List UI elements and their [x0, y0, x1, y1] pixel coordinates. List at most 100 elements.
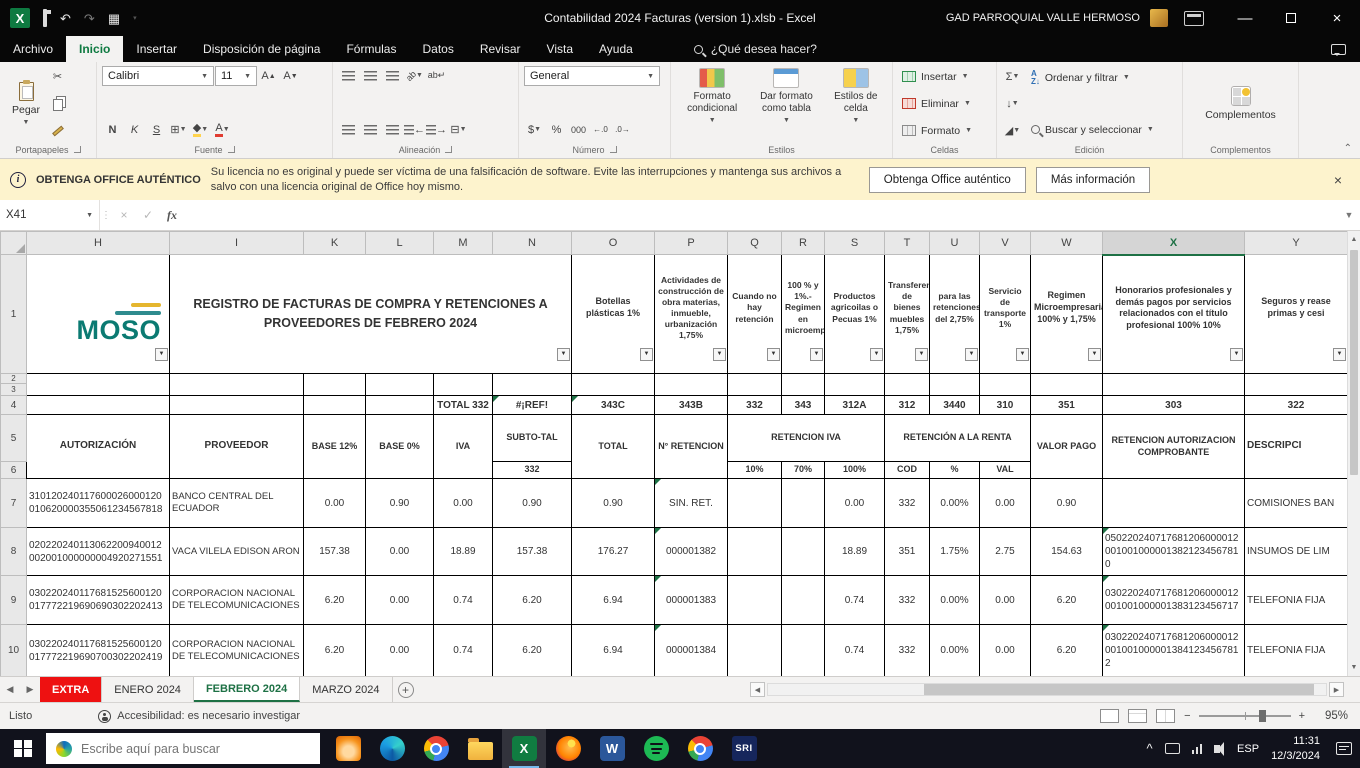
cell-T8[interactable]: 351 [884, 527, 930, 576]
sheet-nav-right-icon[interactable]: ▶ [20, 677, 40, 702]
enter-entry-icon[interactable]: ✓ [136, 200, 160, 230]
cell-H5[interactable]: AUTORIZACIÓN [26, 414, 170, 479]
cell-K8[interactable]: 157.38 [303, 527, 366, 576]
row-header-7[interactable]: 7 [0, 478, 27, 528]
new-sheet-button[interactable]: + [393, 677, 419, 702]
cell-O7[interactable]: 0.90 [571, 478, 655, 528]
cell-Q6[interactable]: 10% [727, 461, 782, 479]
italic-button[interactable]: K [124, 120, 145, 139]
cell-Q4[interactable]: 332 [727, 395, 782, 415]
cell-V4[interactable]: 310 [979, 395, 1031, 415]
zoom-in-icon[interactable]: + [1299, 710, 1305, 722]
cell-R6[interactable]: 70% [781, 461, 825, 479]
cell-W7[interactable]: 0.90 [1030, 478, 1103, 528]
cell-Y5[interactable]: DESCRIPCI [1244, 414, 1348, 479]
cell-S2[interactable] [824, 373, 885, 384]
select-all-corner[interactable] [0, 231, 27, 255]
cell-H10[interactable]: 0302202401176815256001200177722196907003… [26, 624, 170, 676]
cell-T2[interactable] [884, 373, 930, 384]
filter-S1-icon[interactable]: ▼ [870, 348, 883, 361]
insert-function-button[interactable]: fx [160, 200, 184, 230]
filter-H1-icon[interactable]: ▼ [155, 348, 168, 361]
font-name-select[interactable]: Calibri ▼ [102, 66, 214, 86]
taskbar-app-chrome-2[interactable] [678, 729, 722, 768]
find-select-button[interactable]: Buscar y seleccionar ▼ [1027, 119, 1177, 140]
taskbar-search-input[interactable] [81, 741, 291, 756]
cell-V9[interactable]: 0.00 [979, 575, 1031, 625]
cell-I9[interactable]: CORPORACION NACIONAL DE TELECOMUNICACION… [169, 575, 304, 625]
cell-X2[interactable] [1102, 373, 1245, 384]
cell-H7[interactable]: 3101202401176000260001200106200003550612… [26, 478, 170, 528]
align-center-button[interactable] [360, 120, 381, 139]
cell-S4[interactable]: 312A [824, 395, 885, 415]
excel-logo-icon[interactable]: X [10, 8, 30, 28]
cell-T3[interactable] [884, 383, 930, 396]
cell-N2[interactable] [492, 373, 572, 384]
cell-Y10[interactable]: TELEFONIA FIJA [1244, 624, 1348, 676]
cell-N3[interactable] [492, 383, 572, 396]
expand-formula-bar-icon[interactable]: ▼ [1338, 200, 1360, 230]
cell-H3[interactable] [26, 383, 170, 396]
tab-revisar[interactable]: Revisar [467, 36, 534, 62]
cell-R1[interactable]: 100 % y 1%.- Regimen en microempresa ▼ [781, 254, 825, 374]
clear-button[interactable]: ◢ ▼ [1002, 121, 1023, 140]
tab-vista[interactable]: Vista [534, 36, 586, 62]
orientation-button[interactable]: ab ▼ [404, 66, 425, 85]
underline-button[interactable]: S [146, 120, 167, 139]
cell-Y1[interactable]: Seguros y rease primas y cesi ▼ [1244, 254, 1348, 374]
cell-P10[interactable]: 000001384 [654, 624, 728, 676]
cell-R4[interactable]: 343 [781, 395, 825, 415]
col-header-O[interactable]: O [571, 231, 655, 255]
network-icon[interactable] [1191, 743, 1203, 754]
comma-style-button[interactable]: 000 [568, 120, 589, 139]
cancel-entry-icon[interactable]: × [112, 200, 136, 230]
align-top-button[interactable] [338, 66, 359, 85]
cell-O4[interactable]: 343C [571, 395, 655, 415]
cell-Y2[interactable] [1244, 373, 1348, 384]
cell-W4[interactable]: 351 [1030, 395, 1103, 415]
font-size-select[interactable]: 11 ▼ [215, 66, 257, 86]
cell-H9[interactable]: 0302202401176815256001200177722196906903… [26, 575, 170, 625]
cell-O10[interactable]: 6.94 [571, 624, 655, 676]
cell-W5[interactable]: VALOR PAGO [1030, 414, 1103, 479]
cell-Q9[interactable] [727, 575, 782, 625]
increase-decimal-button[interactable]: ←.0 [590, 120, 611, 139]
cell-Y4[interactable]: 322 [1244, 395, 1348, 415]
row-header-10[interactable]: 10 [0, 624, 27, 676]
zoom-level[interactable]: 95% [1314, 710, 1348, 722]
cell-T4[interactable]: 312 [884, 395, 930, 415]
align-middle-button[interactable] [360, 66, 381, 85]
cell-V3[interactable] [979, 383, 1031, 396]
merge-center-button[interactable]: ⊟ ▼ [448, 120, 469, 139]
cell-R7[interactable] [781, 478, 825, 528]
cell-L10[interactable]: 0.00 [365, 624, 434, 676]
taskbar-search[interactable] [46, 733, 320, 764]
cell-M3[interactable] [433, 383, 493, 396]
sheet-tab-enero[interactable]: ENERO 2024 [102, 677, 194, 702]
feedback-button[interactable] [1331, 36, 1346, 62]
cell-N8[interactable]: 157.38 [492, 527, 572, 576]
zoom-slider-thumb[interactable] [1258, 710, 1266, 722]
col-header-L[interactable]: L [365, 231, 434, 255]
cell-S10[interactable]: 0.74 [824, 624, 885, 676]
row-header-3[interactable]: 3 [0, 383, 27, 396]
row-header-2[interactable]: 2 [0, 373, 27, 384]
cell-T1[interactable]: Transferencia de bienes muebles 1,75% ▼ [884, 254, 930, 374]
redo-button[interactable]: ↷ [84, 12, 95, 25]
cell-K9[interactable]: 6.20 [303, 575, 366, 625]
col-header-P[interactable]: P [654, 231, 728, 255]
col-header-X[interactable]: X [1102, 231, 1245, 256]
language-indicator[interactable]: ESP [1237, 743, 1259, 755]
cell-N10[interactable]: 6.20 [492, 624, 572, 676]
cell-R3[interactable] [781, 383, 825, 396]
paste-button[interactable]: Pegar ▼ [5, 66, 47, 141]
font-dialog-launcher[interactable] [227, 146, 235, 153]
cell-W10[interactable]: 6.20 [1030, 624, 1103, 676]
col-header-Y[interactable]: Y [1244, 231, 1348, 255]
cell-M7[interactable]: 0.00 [433, 478, 493, 528]
cell-M4[interactable]: TOTAL 332 [433, 395, 493, 415]
minimize-button[interactable]: — [1222, 0, 1268, 36]
insert-cells-button[interactable]: Insertar ▼ [898, 66, 991, 87]
cell-L5[interactable]: BASE 0% [365, 414, 434, 479]
col-header-K[interactable]: K [303, 231, 366, 255]
